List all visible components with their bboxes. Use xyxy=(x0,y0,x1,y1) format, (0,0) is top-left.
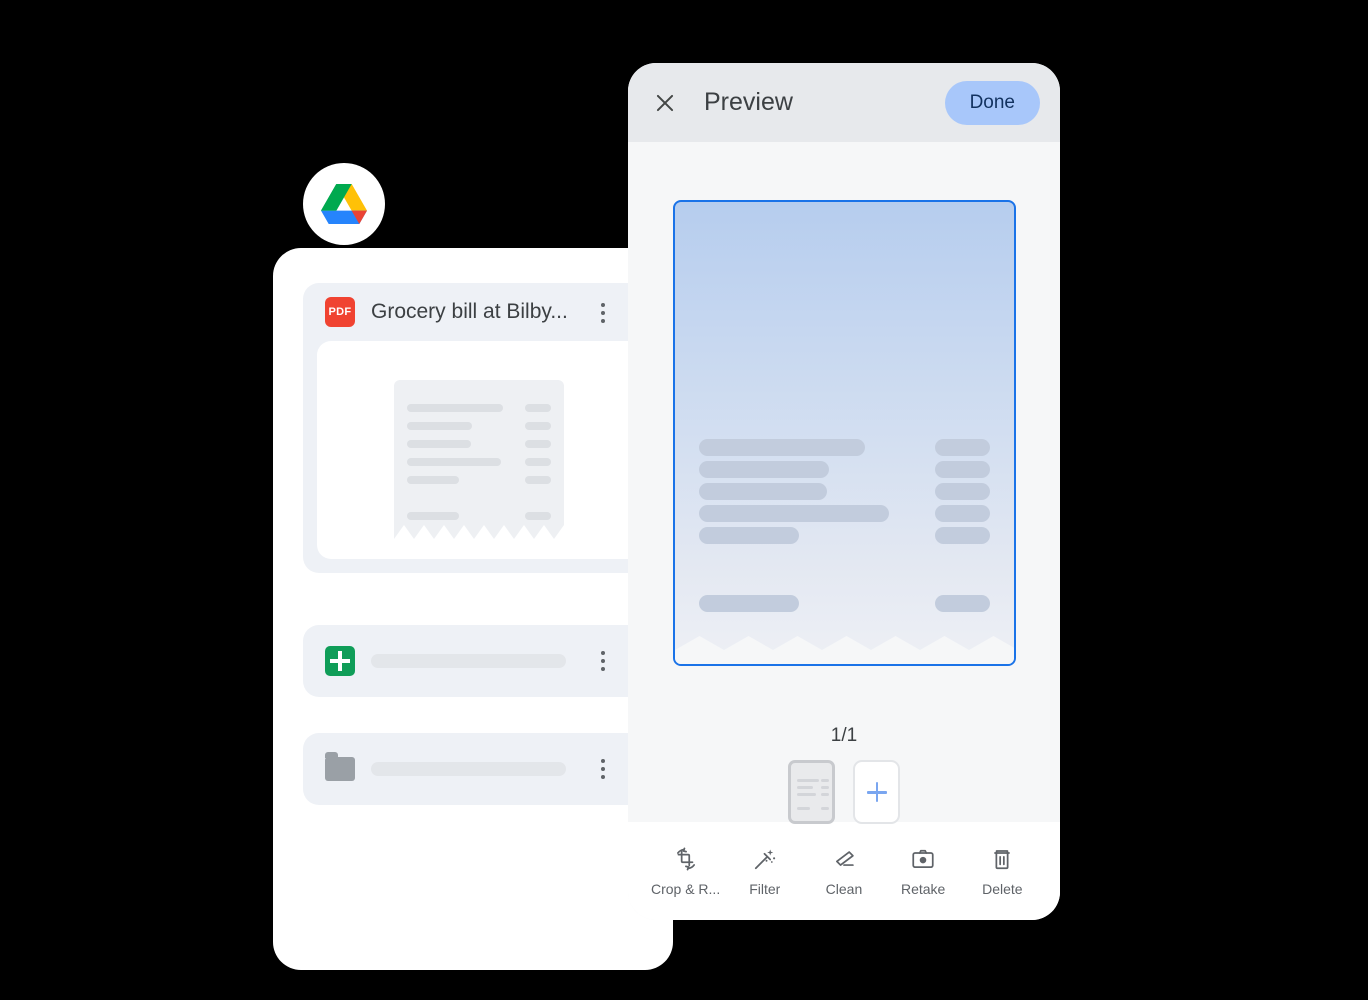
plus-icon xyxy=(866,782,887,802)
page-indicator: 1/1 xyxy=(830,725,858,746)
delete-label: Delete xyxy=(982,880,1023,897)
file-name-placeholder xyxy=(371,654,566,668)
crop-rotate-label: Crop & R... xyxy=(650,880,721,897)
delete-button[interactable]: Delete xyxy=(965,846,1039,897)
file-item-sheet[interactable] xyxy=(303,625,673,697)
page-thumbnail-1[interactable] xyxy=(788,760,835,824)
google-drive-app-badge xyxy=(303,163,385,245)
clean-label: Clean xyxy=(825,880,863,897)
file-overflow-menu-button[interactable] xyxy=(601,303,605,323)
receipt-thumbnail-icon xyxy=(394,380,564,539)
scan-preview-panel: Preview Done 1/1 Crop & R... Filter Clea… xyxy=(628,63,1060,920)
clean-button[interactable]: Clean xyxy=(807,846,881,897)
crop-rotate-icon xyxy=(673,846,699,872)
page-title: Preview xyxy=(704,88,793,116)
folder-icon xyxy=(325,752,355,781)
file-item-pdf[interactable]: PDF Grocery bill at Bilby... xyxy=(303,283,673,573)
preview-body: 1/1 xyxy=(628,142,1060,824)
eraser-clean-icon xyxy=(831,846,857,872)
google-drive-logo xyxy=(321,183,367,225)
filter-label: Filter xyxy=(749,880,781,897)
retake-button[interactable]: Retake xyxy=(886,846,960,897)
trash-delete-icon xyxy=(989,846,1015,872)
files-list-card: PDF Grocery bill at Bilby... xyxy=(273,248,673,970)
file-name-label: Grocery bill at Bilby... xyxy=(371,300,568,323)
file-item-folder[interactable] xyxy=(303,733,673,805)
file-name-placeholder xyxy=(371,762,566,776)
screenshot-stage: PDF Grocery bill at Bilby... Preview Don… xyxy=(0,0,1368,1000)
retake-label: Retake xyxy=(900,880,946,897)
file-overflow-menu-button[interactable] xyxy=(601,759,605,779)
close-icon[interactable] xyxy=(652,90,678,116)
filter-button[interactable]: Filter xyxy=(728,846,802,897)
magic-wand-filter-icon xyxy=(752,846,778,872)
crop-rotate-button[interactable]: Crop & R... xyxy=(649,846,723,897)
file-thumbnail-preview[interactable] xyxy=(317,341,673,559)
google-sheets-icon xyxy=(325,646,355,676)
camera-retake-icon xyxy=(910,846,936,872)
page-thumbnail-strip xyxy=(628,760,1060,824)
file-overflow-menu-button[interactable] xyxy=(601,651,605,671)
preview-toolbar: Crop & R... Filter Clean Retake Delete xyxy=(628,822,1060,920)
file-item-header: PDF Grocery bill at Bilby... xyxy=(303,283,673,341)
done-button[interactable]: Done xyxy=(944,80,1040,125)
scanned-document-preview[interactable] xyxy=(673,200,1016,666)
add-page-button[interactable] xyxy=(853,760,900,824)
pdf-icon: PDF xyxy=(325,297,355,327)
preview-header: Preview Done xyxy=(628,63,1060,142)
